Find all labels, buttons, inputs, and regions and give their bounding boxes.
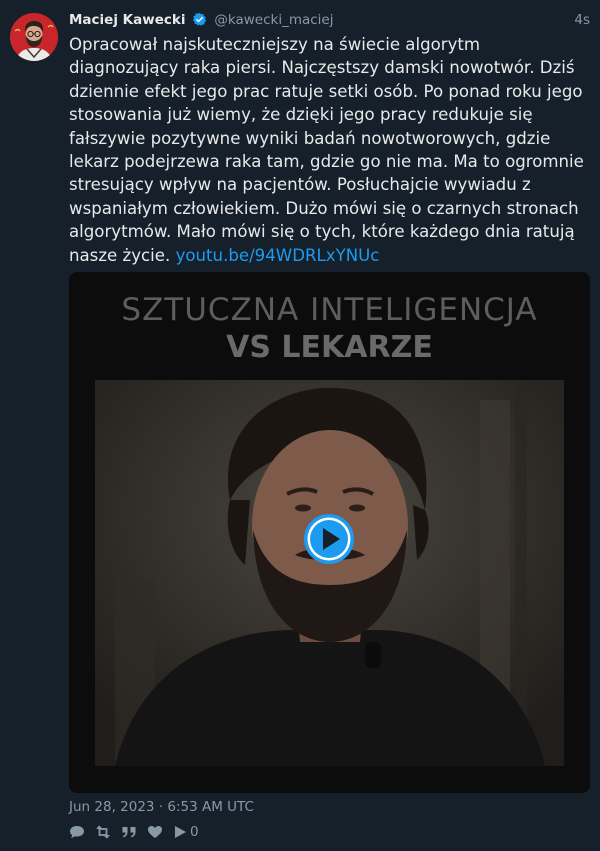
quote-icon bbox=[121, 825, 137, 839]
play-button-icon[interactable] bbox=[302, 512, 356, 566]
tweet-link[interactable]: youtu.be/94WDRLxYNUc bbox=[176, 246, 380, 265]
tweet-timestamp[interactable]: Jun 28, 2023 · 6:53 AM UTC bbox=[69, 797, 254, 817]
tweet: Maciej Kawecki @kawecki_maciej 4s Opraco… bbox=[0, 0, 600, 851]
thumbnail-photo bbox=[95, 380, 564, 766]
views-counter[interactable]: 0 bbox=[173, 824, 199, 840]
reply-icon bbox=[69, 825, 85, 839]
tweet-body: Opracował najskuteczniejszy na świecie a… bbox=[69, 35, 584, 265]
play-views-icon bbox=[173, 825, 187, 839]
relative-time[interactable]: 4s bbox=[574, 10, 590, 30]
views-count: 0 bbox=[190, 824, 199, 840]
quote-button[interactable] bbox=[121, 825, 137, 839]
retweet-button[interactable] bbox=[95, 825, 111, 839]
tweet-actions: 0 bbox=[69, 822, 209, 842]
retweet-icon bbox=[95, 825, 111, 839]
heart-icon bbox=[147, 825, 163, 839]
verified-badge-icon bbox=[192, 12, 207, 33]
tweet-header: Maciej Kawecki @kawecki_maciej 4s bbox=[69, 10, 590, 30]
like-button[interactable] bbox=[147, 825, 163, 839]
tweet-text: Opracował najskuteczniejszy na świecie a… bbox=[69, 33, 589, 267]
thumbnail-title-line2: VS LEKARZE bbox=[226, 330, 433, 365]
video-thumbnail[interactable]: SZTUCZNA INTELIGENCJA VS LEKARZE bbox=[69, 272, 590, 793]
avatar-portrait bbox=[10, 13, 58, 61]
thumbnail-title-line1: SZTUCZNA INTELIGENCJA bbox=[121, 292, 538, 328]
avatar[interactable] bbox=[10, 13, 58, 61]
author-handle[interactable]: @kawecki_maciej bbox=[214, 12, 333, 28]
reply-button[interactable] bbox=[69, 825, 85, 839]
author-name[interactable]: Maciej Kawecki bbox=[69, 12, 185, 28]
